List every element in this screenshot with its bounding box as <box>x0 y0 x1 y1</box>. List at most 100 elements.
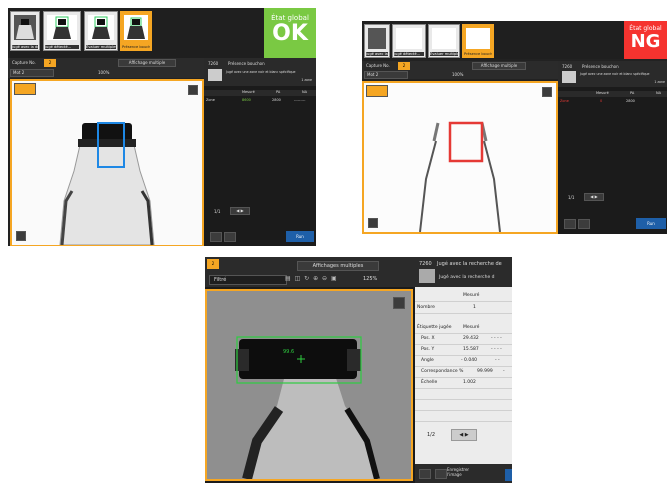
page-indicator: 1/1 <box>214 209 221 214</box>
capture-number[interactable]: 2 <box>44 59 56 67</box>
result-row-angle[interactable]: Angle - 0.040 - - <box>415 356 512 367</box>
page-nav-buttons[interactable]: ◀ ▶ <box>584 193 604 201</box>
thumbnail-1[interactable]: Jugé avec la détection de l... <box>364 24 390 58</box>
tool-title: Jugé avec la recherche de <box>437 261 502 267</box>
keyboard-icon[interactable] <box>564 219 576 229</box>
thumbnail-1[interactable]: Jugé avec la détection de l... <box>10 11 40 51</box>
result-row-pos-x[interactable]: Pos. X 29.432 - - - - <box>415 334 512 345</box>
tool-name: Présence bouchon <box>228 61 265 66</box>
thumbnail-2[interactable]: Jugé détecté... <box>43 11 81 51</box>
tool-header: 7260 Jugé avec la recherche de Jugé avec… <box>415 257 512 287</box>
toolbar-icons[interactable]: ▤ ◫ ↻ ⊕ ⊖ ▣ <box>285 275 338 282</box>
thumbnail-4-selected[interactable]: Présence bouchon <box>120 11 152 51</box>
thumbnail-caption: Jugé avec la détection de l... <box>366 51 388 56</box>
run-button[interactable]: Run <box>286 231 314 242</box>
empty-row <box>415 389 512 400</box>
camera-select[interactable]: Mot 2 <box>364 71 408 79</box>
thumbnail-2[interactable]: Jugé détecté... <box>392 24 426 58</box>
keyboard-icon[interactable] <box>210 232 222 242</box>
status-value: NG <box>630 31 661 52</box>
settings-icon[interactable] <box>16 231 26 241</box>
camera-select[interactable]: Mot 2 <box>10 69 54 77</box>
filter-select[interactable]: Filtré <box>209 275 287 285</box>
multi-display-button[interactable]: Affichage multiple <box>118 59 176 67</box>
tool-description: Jugé avec une zone noir et blanc spécifi… <box>226 70 296 74</box>
thumbnail-bar: Jugé avec la détection de l... Jugé déte… <box>8 8 316 58</box>
result-row-label[interactable]: Étiquette jugée Mesuré <box>415 323 512 334</box>
result-row-correlation[interactable]: Correspondance % 99.999 - <box>415 367 512 378</box>
capture-number[interactable]: 2 <box>398 62 410 70</box>
thumbnail-bar: Jugé avec la détection de l... Jugé déte… <box>362 21 667 59</box>
capture-toolbar: Capture No. 2 Affichage multiple Mot 2 1… <box>362 61 558 79</box>
tool-number: 7260 <box>419 261 432 267</box>
result-row-pos-y[interactable]: Pos. Y 15.587 - - - - <box>415 345 512 356</box>
result-panel: 7260 Jugé avec la recherche de Jugé avec… <box>415 257 512 483</box>
tab-number[interactable]: 2 <box>207 259 219 269</box>
bottom-bar: Enregistrer l'image <box>415 464 512 483</box>
image-view[interactable] <box>10 79 204 246</box>
global-status-ok: État global OK <box>264 8 316 58</box>
multi-display-button[interactable]: Affichages multiples <box>297 261 379 271</box>
image-view[interactable]: 99.6 <box>205 289 413 481</box>
zoom-level: 100% <box>452 72 464 77</box>
save-image-label[interactable]: Enregistrer l'image <box>447 467 483 477</box>
result-row[interactable]: Zone 8600 2800 --------- <box>204 98 316 104</box>
thumbnail-caption: Jugé détecté... <box>45 44 79 49</box>
keyboard-icon[interactable] <box>419 469 431 479</box>
result-panel: 7260 Présence bouchon Jugé avec une zone… <box>204 58 316 246</box>
result-row-scale[interactable]: Échelle 1.002 <box>415 378 512 389</box>
tool-icon <box>208 69 222 81</box>
tool-header: 7260 Présence bouchon Jugé avec une zone… <box>204 58 316 86</box>
thumbnail-4-selected[interactable]: Présence bouchon <box>462 24 494 58</box>
tool-description: Jugé avec une zone noir et blanc spécifi… <box>580 72 650 76</box>
result-table-header: Mesuré PA NA <box>204 90 316 96</box>
capture-label: Capture No. <box>366 63 390 68</box>
multi-display-button[interactable]: Affichage multiple <box>472 62 526 70</box>
bottle-icon <box>53 16 71 39</box>
inspection-panel-ok: Jugé avec la détection de l... Jugé déte… <box>8 8 316 246</box>
result-panel: 7260 Présence bouchon Jugé avec une zone… <box>558 61 667 234</box>
tool-icon <box>562 71 576 83</box>
zoom-level: 100% <box>98 70 110 75</box>
capture-label: Capture No. <box>12 60 36 65</box>
tool-header: 7260 Présence bouchon Jugé avec une zone… <box>558 61 667 87</box>
capture-toolbar: Capture No. 2 Affichage multiple Mot 2 1… <box>8 58 206 78</box>
settings-icon[interactable] <box>368 218 378 228</box>
thumbnail-3[interactable]: Évaluer multiples <box>428 24 460 58</box>
tool-unit: 1 zone <box>654 80 665 84</box>
thumbnail-3[interactable]: Évaluer multiples <box>84 11 118 51</box>
thumbnail-caption: Présence bouchon <box>464 51 492 56</box>
page-nav-buttons[interactable]: ◀ ▶ <box>451 429 477 441</box>
zoom-tools-button[interactable] <box>366 85 388 97</box>
match-score: 99.6 <box>283 349 295 355</box>
save-image-icon[interactable] <box>435 469 447 479</box>
thumbnail-caption: Présence bouchon <box>122 44 150 49</box>
zoom-tools-button[interactable] <box>14 83 36 95</box>
run-button[interactable]: Run <box>636 218 666 229</box>
tool-number: 7260 <box>562 64 573 69</box>
thumbnail-caption: Évaluer multiples <box>86 44 116 49</box>
result-row[interactable]: Zone 0 2800 <box>558 99 667 105</box>
page-indicator: 1/2 <box>427 432 436 438</box>
bottle-icon <box>127 17 145 39</box>
empty-row <box>415 400 512 411</box>
global-status-ng: État global NG <box>624 21 667 59</box>
fullscreen-icon[interactable] <box>188 85 198 95</box>
page-nav-buttons[interactable]: ◀ ▶ <box>230 207 250 215</box>
inspection-panel-detail: 2 Affichages multiples Filtré ▤ ◫ ↻ ⊕ ⊖ … <box>205 257 512 483</box>
page-indicator: 1/1 <box>568 195 575 200</box>
fullscreen-icon[interactable] <box>542 87 552 97</box>
thumbnail-caption: Évaluer multiples <box>430 51 458 56</box>
bottle-icon <box>92 16 110 39</box>
thumbnail-caption: Jugé avec la détection de l... <box>12 44 38 49</box>
run-icon[interactable] <box>505 469 512 481</box>
zoom-level: 125% <box>363 276 378 282</box>
thumbnail-caption: Jugé détecté... <box>394 51 424 56</box>
empty-row <box>415 411 512 422</box>
result-row-count[interactable]: Nombre 1 <box>415 303 512 314</box>
image-view[interactable] <box>362 81 558 234</box>
chart-icon[interactable] <box>578 219 590 229</box>
chart-icon[interactable] <box>224 232 236 242</box>
tool-unit: 1 zone <box>301 78 312 82</box>
fullscreen-icon[interactable] <box>393 297 405 309</box>
